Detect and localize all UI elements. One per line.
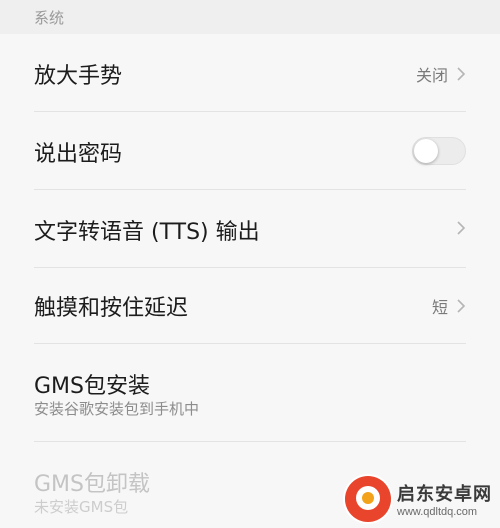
setting-title: GMS包安装 (34, 374, 150, 399)
setting-subtitle: 未安装GMS包 (34, 498, 129, 516)
setting-title: GMS包卸载 (34, 472, 150, 497)
section-header-system: 系统 (0, 0, 500, 34)
setting-right: 关闭 (416, 62, 466, 86)
watermark-url: www.qdltdq.com (397, 506, 478, 518)
speak-passwords-toggle[interactable] (412, 137, 466, 165)
site-logo-icon (345, 476, 391, 522)
section-label: 系统 (34, 9, 65, 27)
site-watermark: 启东安卓网 www.qdltdq.com (345, 476, 492, 522)
setting-subtitle: 安装谷歌安装包到手机中 (34, 400, 200, 418)
watermark-name: 启东安卓网 (397, 484, 492, 505)
setting-title: 文字转语音 (TTS) 输出 (34, 220, 260, 245)
settings-list: 放大手势 关闭 说出密码 文字转语音 (TTS) 输出 触摸和按住延迟 短 GM… (0, 34, 500, 528)
setting-gms-install[interactable]: GMS包安装 安装谷歌安装包到手机中 (34, 344, 466, 442)
toggle-knob (414, 139, 438, 163)
setting-value: 短 (431, 298, 448, 317)
setting-title: 放大手势 (34, 64, 123, 89)
setting-title: 触摸和按住延迟 (34, 296, 189, 321)
chevron-right-icon (457, 67, 466, 81)
chevron-right-icon (457, 299, 466, 313)
setting-value: 关闭 (415, 66, 448, 85)
setting-tts-output[interactable]: 文字转语音 (TTS) 输出 (34, 190, 466, 268)
setting-magnification-gesture[interactable]: 放大手势 关闭 (34, 34, 466, 112)
watermark-text: 启东安卓网 www.qdltdq.com (397, 480, 492, 518)
setting-right (456, 220, 466, 236)
setting-right: 短 (432, 294, 466, 318)
chevron-right-icon (457, 221, 466, 235)
setting-speak-passwords[interactable]: 说出密码 (34, 112, 466, 190)
setting-touch-hold-delay[interactable]: 触摸和按住延迟 短 (34, 268, 466, 344)
setting-right (412, 137, 466, 165)
setting-title: 说出密码 (34, 142, 123, 167)
